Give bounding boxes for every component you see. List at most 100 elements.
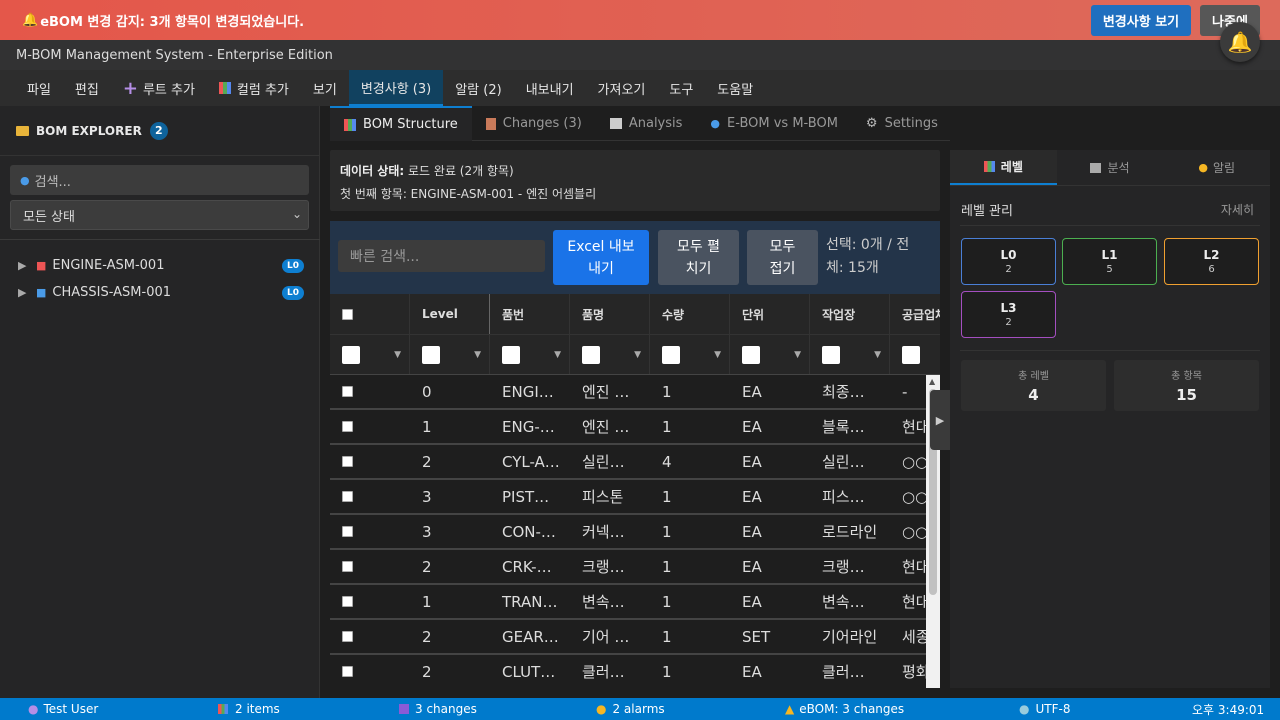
table-cell[interactable]: 2 (410, 445, 490, 478)
table-cell[interactable]: 1 (410, 585, 490, 618)
table-cell[interactable]: PIST… (490, 480, 570, 513)
menu-edit[interactable]: 편집 (63, 70, 111, 106)
filter-input[interactable] (742, 345, 760, 364)
table-cell[interactable]: 실린… (570, 445, 650, 478)
table-row[interactable]: 2 CRK-… 크랭… 1 EA 크랭… 현대 (330, 550, 940, 585)
panel-toggle-button[interactable]: ▶ (930, 390, 950, 450)
row-checkbox[interactable] (342, 456, 353, 467)
column-header[interactable]: 품명 (570, 294, 650, 334)
tab-changes[interactable]: Changes (3) (472, 106, 596, 141)
table-cell[interactable]: EA (730, 410, 810, 443)
tab-notifications[interactable]: ● 알림 (1163, 150, 1270, 185)
menu-alarms[interactable]: 알람 (2) (443, 70, 513, 106)
table-cell[interactable]: 변속… (810, 585, 890, 618)
filter-input[interactable] (422, 345, 440, 364)
table-row[interactable]: 1 ENG-… 엔진 … 1 EA 블록… 현대 (330, 410, 940, 445)
table-cell[interactable]: 1 (650, 480, 730, 513)
filter-input[interactable] (502, 345, 520, 364)
table-cell[interactable]: 0 (410, 375, 490, 408)
table-row[interactable]: 3 PIST… 피스톤 1 EA 피스… ○○ (330, 480, 940, 515)
table-cell[interactable]: CYL-A… (490, 445, 570, 478)
filter-icon[interactable]: ▼ (394, 350, 401, 360)
row-checkbox[interactable] (342, 491, 353, 502)
filter-icon[interactable]: ▼ (634, 350, 641, 360)
table-cell[interactable]: EA (730, 585, 810, 618)
table-cell[interactable]: 1 (650, 375, 730, 408)
table-cell[interactable]: EA (730, 550, 810, 583)
table-cell[interactable]: GEAR… (490, 620, 570, 653)
table-cell[interactable]: 엔진 … (570, 375, 650, 408)
table-cell[interactable]: 4 (650, 445, 730, 478)
quick-search-input[interactable]: 빠른 검색... (338, 240, 545, 272)
table-cell[interactable]: 1 (650, 585, 730, 618)
table-cell[interactable]: 1 (650, 410, 730, 443)
column-header[interactable]: 단위 (730, 294, 810, 334)
table-cell[interactable]: EA (730, 655, 810, 688)
filter-icon[interactable]: ▼ (474, 350, 481, 360)
select-all-checkbox[interactable] (342, 308, 353, 320)
table-cell[interactable]: EA (730, 515, 810, 548)
table-cell[interactable]: 2 (410, 620, 490, 653)
tree-item[interactable]: ▶ ■ CHASSIS-ASM-001 L0 (0, 279, 320, 306)
menu-export[interactable]: 내보내기 (514, 70, 586, 106)
table-cell[interactable]: EA (730, 480, 810, 513)
expand-all-button[interactable]: 모두 펼 치기 (658, 230, 739, 285)
table-cell[interactable]: CON-… (490, 515, 570, 548)
scroll-up-arrow-icon[interactable]: ▲ (929, 377, 935, 386)
table-cell[interactable]: 피스톤 (570, 480, 650, 513)
table-cell[interactable]: 엔진 … (570, 410, 650, 443)
filter-icon[interactable]: ▼ (794, 350, 801, 360)
table-row[interactable]: 3 CON-… 커넥… 1 EA 로드라인 ○○ (330, 515, 940, 550)
table-row[interactable]: 0 ENGI… 엔진 … 1 EA 최종… - (330, 375, 940, 410)
table-cell[interactable]: 피스… (810, 480, 890, 513)
tree-item[interactable]: ▶ ■ ENGINE-ASM-001 L0 (0, 252, 320, 279)
level-card[interactable]: L0 2 (961, 238, 1056, 285)
notification-bell-button[interactable]: 🔔 (1220, 22, 1260, 62)
row-checkbox[interactable] (342, 561, 353, 572)
column-header[interactable]: Level (410, 294, 490, 334)
row-checkbox[interactable] (342, 596, 353, 607)
filter-input[interactable] (342, 345, 360, 364)
table-cell[interactable]: 기어 … (570, 620, 650, 653)
tab-ebom-vs-mbom[interactable]: ● E-BOM vs M-BOM (696, 106, 852, 141)
table-cell[interactable]: EA (730, 375, 810, 408)
table-row[interactable]: 2 CLUT… 클러… 1 EA 클러… 평화 (330, 655, 940, 688)
table-cell[interactable]: 로드라인 (810, 515, 890, 548)
expand-arrow-icon[interactable]: ▶ (18, 259, 36, 272)
tab-analysis-side[interactable]: 분석 (1057, 150, 1164, 185)
filter-icon[interactable]: ▼ (554, 350, 561, 360)
column-header[interactable]: 수량 (650, 294, 730, 334)
level-card[interactable]: L1 5 (1062, 238, 1157, 285)
tab-level[interactable]: 레벨 (950, 150, 1057, 185)
column-header[interactable]: 공급업체 (890, 294, 940, 334)
table-cell[interactable]: 1 (650, 515, 730, 548)
menu-tools[interactable]: 도구 (657, 70, 705, 106)
table-cell[interactable]: 클러… (810, 655, 890, 688)
table-row[interactable]: 2 CYL-A… 실린… 4 EA 실린… ○○ (330, 445, 940, 480)
status-alarms[interactable]: ● 2 alarms (596, 698, 665, 720)
table-row[interactable]: 1 TRAN… 변속… 1 EA 변속… 현대 (330, 585, 940, 620)
menu-file[interactable]: 파일 (15, 70, 63, 106)
table-cell[interactable]: EA (730, 445, 810, 478)
table-cell[interactable]: 1 (650, 620, 730, 653)
table-cell[interactable]: CRK-… (490, 550, 570, 583)
filter-input[interactable] (582, 345, 600, 364)
details-link[interactable]: 자세히 (1221, 201, 1254, 218)
menu-help[interactable]: 도움말 (705, 70, 765, 106)
status-ebom[interactable]: ▲ eBOM: 3 changes (785, 698, 904, 720)
table-cell[interactable]: ENG-… (490, 410, 570, 443)
tab-analysis[interactable]: Analysis (596, 106, 697, 141)
table-cell[interactable]: 크랭… (810, 550, 890, 583)
row-checkbox[interactable] (342, 386, 353, 397)
table-cell[interactable]: 3 (410, 515, 490, 548)
filter-icon[interactable]: ▼ (714, 350, 721, 360)
menu-changes[interactable]: 변경사항 (3) (348, 70, 444, 106)
table-cell[interactable]: 2 (410, 550, 490, 583)
filter-input[interactable] (902, 345, 920, 364)
table-cell[interactable]: SET (730, 620, 810, 653)
row-checkbox[interactable] (342, 631, 353, 642)
tab-bom-structure[interactable]: BOM Structure (330, 106, 472, 141)
tab-settings[interactable]: ⚙ Settings (852, 106, 952, 141)
row-checkbox[interactable] (342, 666, 353, 677)
status-changes[interactable]: 3 changes (399, 698, 477, 720)
